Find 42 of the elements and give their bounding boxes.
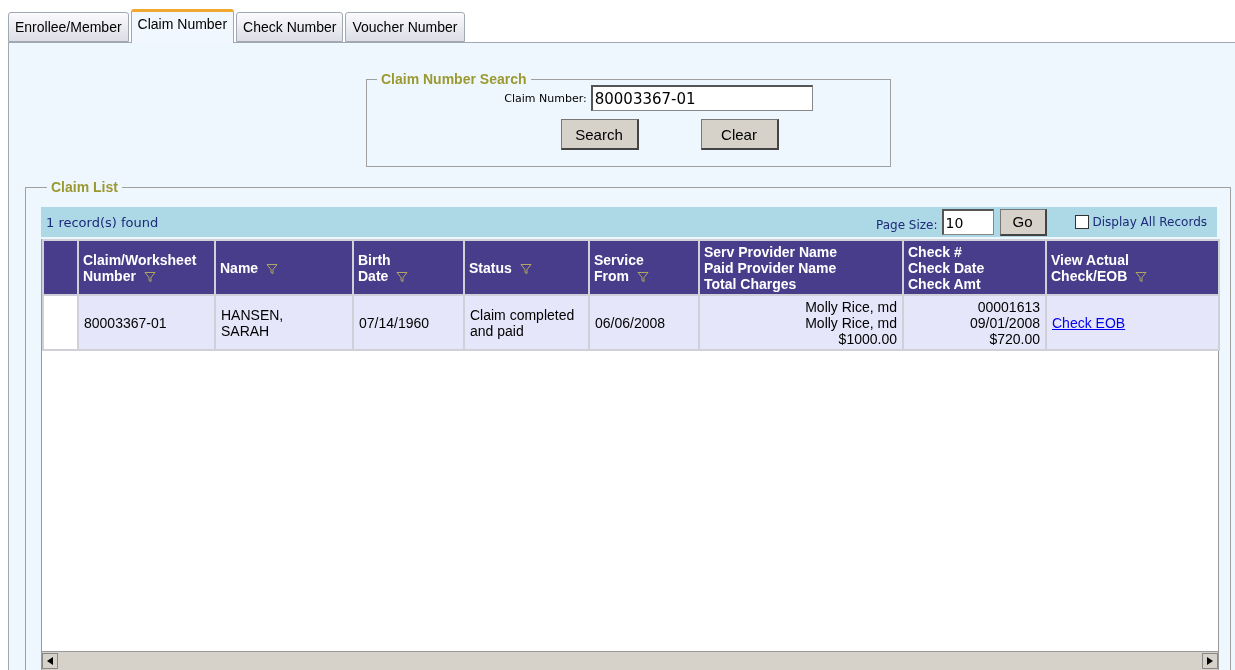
table-cell: HANSEN, SARAH: [215, 295, 353, 350]
filter-icon[interactable]: [266, 262, 279, 275]
checkbox[interactable]: [1074, 215, 1089, 229]
search-button[interactable]: Search: [560, 119, 639, 150]
filter-icon[interactable]: [519, 262, 532, 275]
table-cell: 80003367-01: [78, 295, 215, 350]
page-size-field[interactable]: 10: [941, 209, 994, 235]
tab[interactable]: Voucher Number: [345, 12, 465, 42]
table-cell: 00001613 09/01/2008 $720.00: [903, 295, 1046, 350]
table-cell: Claim completed and paid: [464, 295, 589, 350]
column-header[interactable]: Claim/Worksheet Number: [78, 240, 215, 295]
check-eob-link[interactable]: Check EOB: [1052, 314, 1126, 331]
filter-icon[interactable]: [1135, 270, 1148, 283]
column-header[interactable]: Serv Provider Name Paid Provider Name Total Charges: [699, 240, 903, 295]
checkbox-label: Display All Records: [1092, 215, 1207, 229]
go-button[interactable]: Go: [999, 208, 1047, 236]
field-label: Claim Number:: [504, 91, 587, 105]
panel-title: Claim Number Search: [380, 71, 528, 87]
column-header[interactable]: Service From: [589, 240, 699, 295]
record-count: 1 record(s) found: [46, 214, 160, 230]
filter-icon[interactable]: [396, 270, 409, 283]
table-cell: 06/06/2008: [589, 295, 699, 350]
tab[interactable]: Check Number: [236, 12, 344, 42]
filter-icon[interactable]: [637, 270, 649, 283]
filter-icon[interactable]: [143, 270, 156, 283]
panel-title: Claim List: [50, 179, 119, 195]
clear-button[interactable]: Clear: [700, 119, 779, 150]
table-cell: Molly Rice, md Molly Rice, md $1000.00: [699, 295, 903, 350]
table-cell: 07/14/1960: [353, 295, 464, 350]
column-header[interactable]: Name: [215, 240, 353, 295]
page-size-label: Page Size:: [876, 218, 938, 232]
tab[interactable]: Enrollee/Member: [8, 12, 129, 42]
scroll-left-icon[interactable]: [42, 653, 58, 669]
tab[interactable]: Claim Number: [130, 9, 235, 43]
column-header[interactable]: View Actual Check/EOB: [1046, 240, 1219, 295]
column-header[interactable]: Check # Check Date Check Amt: [903, 240, 1046, 295]
scroll-right-icon[interactable]: [1202, 653, 1218, 669]
selector-header: [43, 240, 78, 295]
column-header[interactable]: Birth Date: [353, 240, 464, 295]
claim-number-field[interactable]: 80003367-01: [590, 85, 813, 111]
horizontal-scrollbar[interactable]: [42, 651, 1218, 670]
column-header[interactable]: Status: [464, 240, 589, 295]
